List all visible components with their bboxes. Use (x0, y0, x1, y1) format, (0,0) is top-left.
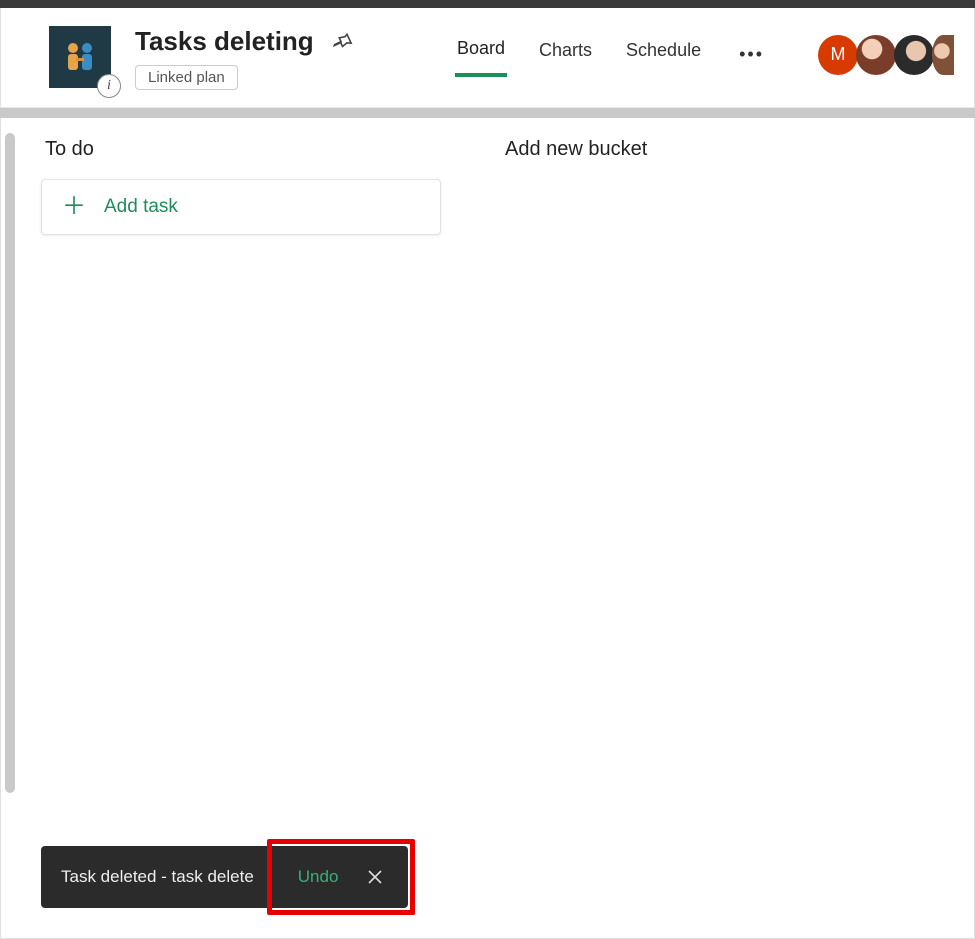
add-task-button[interactable]: ＋ Add task (41, 179, 441, 235)
pin-icon (330, 30, 354, 54)
close-icon (366, 868, 384, 886)
people-icon (59, 36, 101, 78)
avatar-letter[interactable]: M (818, 35, 858, 75)
add-task-label: Add task (104, 196, 178, 218)
toast-close-button[interactable] (362, 864, 388, 890)
pin-button[interactable] (328, 28, 356, 56)
toast-message: Task deleted - task delete (41, 867, 274, 887)
board-area: To do ＋ Add task Add new bucket (1, 118, 974, 255)
info-badge[interactable]: i (97, 74, 121, 98)
plan-header: i Tasks deleting Linked plan Board Chart… (1, 8, 974, 108)
plan-title: Tasks deleting (135, 26, 314, 57)
linked-plan-badge[interactable]: Linked plan (135, 65, 238, 90)
toast-actions: Undo (274, 846, 409, 908)
title-block: Tasks deleting Linked plan (135, 26, 356, 90)
add-bucket-label: Add new bucket (505, 138, 801, 161)
bucket-todo: To do ＋ Add task (41, 138, 441, 235)
tab-board[interactable]: Board (455, 32, 507, 77)
info-icon: i (107, 78, 111, 94)
bucket-title[interactable]: To do (45, 138, 441, 161)
add-bucket[interactable]: Add new bucket (501, 138, 801, 235)
more-options-button[interactable]: ••• (733, 44, 770, 65)
toast: Task deleted - task delete Undo (41, 846, 408, 908)
undo-button[interactable]: Undo (292, 863, 345, 891)
avatar-photo-3[interactable] (932, 35, 954, 75)
vertical-scrollbar[interactable] (5, 133, 15, 793)
tab-charts[interactable]: Charts (537, 34, 594, 75)
avatar-stack[interactable]: M (818, 35, 954, 75)
ellipsis-icon: ••• (739, 44, 764, 64)
avatar-photo-2[interactable] (894, 35, 934, 75)
avatar-photo-1[interactable] (856, 35, 896, 75)
tab-schedule[interactable]: Schedule (624, 34, 703, 75)
horizontal-scrollbar[interactable] (0, 108, 975, 118)
plan-icon-wrap: i (49, 26, 111, 88)
tabs: Board Charts Schedule ••• M (455, 26, 954, 77)
